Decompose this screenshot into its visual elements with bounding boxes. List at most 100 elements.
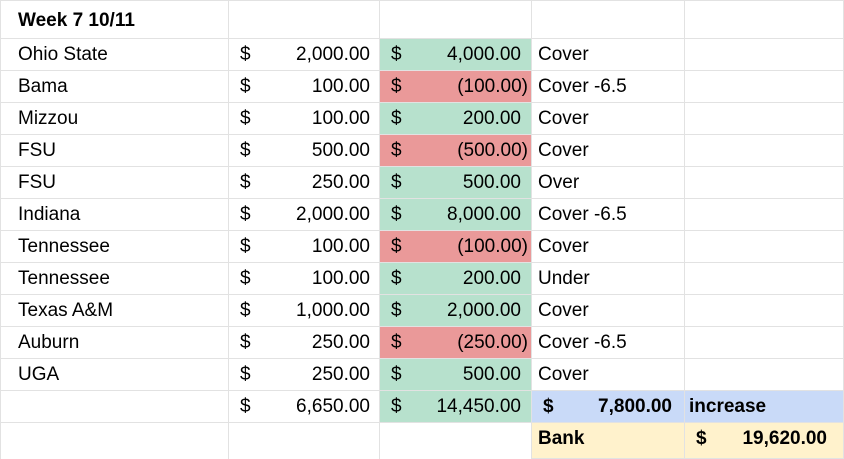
team-cell[interactable]: FSU xyxy=(0,167,229,199)
empty-cell[interactable] xyxy=(685,327,844,359)
result-amount: (100.00) xyxy=(457,236,528,257)
wager-cell[interactable]: $100.00 xyxy=(229,71,380,103)
net-total-cell[interactable]: $ 7,800.00 xyxy=(532,391,685,423)
bet-type-cell[interactable]: Cover -6.5 xyxy=(532,71,685,103)
result-cell[interactable]: $ (100.00) xyxy=(380,71,532,103)
bet-type: Cover xyxy=(538,44,589,65)
currency-symbol: $ xyxy=(391,364,402,385)
empty-cell[interactable] xyxy=(0,423,229,459)
wager-cell[interactable]: $100.00 xyxy=(229,263,380,295)
currency-symbol: $ xyxy=(391,300,402,321)
empty-cell[interactable] xyxy=(532,0,685,39)
wager-cell[interactable]: $2,000.00 xyxy=(229,39,380,71)
wager-cell[interactable]: $100.00 xyxy=(229,103,380,135)
empty-cell[interactable] xyxy=(380,423,532,459)
bet-type: Under xyxy=(538,268,590,289)
result-cell[interactable]: $500.00 xyxy=(380,359,532,391)
bet-type-cell[interactable]: Cover -6.5 xyxy=(532,199,685,231)
empty-cell[interactable] xyxy=(685,199,844,231)
bank-label-cell[interactable]: Bank xyxy=(532,423,685,459)
empty-cell[interactable] xyxy=(229,0,380,39)
bet-type-cell[interactable]: Over xyxy=(532,167,685,199)
bet-type: Cover -6.5 xyxy=(538,332,627,353)
team-cell[interactable]: Tennessee xyxy=(0,231,229,263)
result-amount: 500.00 xyxy=(462,172,521,193)
bet-type-cell[interactable]: Cover xyxy=(532,39,685,71)
empty-cell[interactable] xyxy=(685,71,844,103)
bet-type: Cover xyxy=(538,364,589,385)
team-cell[interactable]: Indiana xyxy=(0,199,229,231)
wager-amount: 500.00 xyxy=(311,140,370,161)
result-cell[interactable]: $4,000.00 xyxy=(380,39,532,71)
empty-cell[interactable] xyxy=(380,0,532,39)
result-cell[interactable]: $ (100.00) xyxy=(380,231,532,263)
currency-symbol: $ xyxy=(391,44,402,65)
team-cell[interactable]: Texas A&M xyxy=(0,295,229,327)
team-cell[interactable]: Bama xyxy=(0,71,229,103)
wager-cell[interactable]: $250.00 xyxy=(229,327,380,359)
empty-cell[interactable] xyxy=(685,295,844,327)
result-total-cell[interactable]: $ 14,450.00 xyxy=(380,391,532,423)
currency-symbol: $ xyxy=(391,172,402,193)
result-cell[interactable]: $200.00 xyxy=(380,263,532,295)
team-name: FSU xyxy=(18,172,56,193)
wager-amount: 250.00 xyxy=(311,332,370,353)
team-name: Texas A&M xyxy=(18,300,114,321)
bet-type-cell[interactable]: Cover xyxy=(532,135,685,167)
team-cell[interactable]: Mizzou xyxy=(0,103,229,135)
empty-cell[interactable] xyxy=(685,39,844,71)
result-cell[interactable]: $500.00 xyxy=(380,167,532,199)
bank-value-cell[interactable]: $ 19,620.00 xyxy=(685,423,844,459)
empty-cell[interactable] xyxy=(685,135,844,167)
bet-type-cell[interactable]: Cover -6.5 xyxy=(532,327,685,359)
team-name: Ohio State xyxy=(18,44,108,65)
result-cell[interactable]: $200.00 xyxy=(380,103,532,135)
empty-cell[interactable] xyxy=(685,231,844,263)
empty-cell[interactable] xyxy=(685,0,844,39)
result-amount: 500.00 xyxy=(462,364,521,385)
empty-cell[interactable] xyxy=(229,423,380,459)
currency-symbol: $ xyxy=(391,396,402,417)
empty-cell[interactable] xyxy=(685,263,844,295)
wager-cell[interactable]: $250.00 xyxy=(229,359,380,391)
result-cell[interactable]: $ (500.00) xyxy=(380,135,532,167)
bet-type-cell[interactable]: Cover xyxy=(532,231,685,263)
week-title-cell[interactable]: Week 7 10/11 xyxy=(0,0,229,39)
wager-cell[interactable]: $250.00 xyxy=(229,167,380,199)
team-name: Mizzou xyxy=(18,108,79,129)
bet-type-cell[interactable]: Cover xyxy=(532,295,685,327)
currency-symbol: $ xyxy=(391,236,402,257)
team-cell[interactable]: Tennessee xyxy=(0,263,229,295)
wager-cell[interactable]: $1,000.00 xyxy=(229,295,380,327)
team-cell[interactable]: FSU xyxy=(0,135,229,167)
result-cell[interactable]: $ (250.00) xyxy=(380,327,532,359)
team-name: FSU xyxy=(18,140,56,161)
empty-cell[interactable] xyxy=(685,103,844,135)
bet-type: Cover xyxy=(538,140,589,161)
wager-total-cell[interactable]: $ 6,650.00 xyxy=(229,391,380,423)
result-cell[interactable]: $2,000.00 xyxy=(380,295,532,327)
result-cell[interactable]: $8,000.00 xyxy=(380,199,532,231)
currency-symbol: $ xyxy=(240,204,251,225)
wager-amount: 250.00 xyxy=(311,172,370,193)
result-amount: 8,000.00 xyxy=(447,204,521,225)
bet-type-cell[interactable]: Cover xyxy=(532,103,685,135)
wager-amount: 1,000.00 xyxy=(296,300,370,321)
currency-symbol: $ xyxy=(391,108,402,129)
wager-cell[interactable]: $100.00 xyxy=(229,231,380,263)
team-cell[interactable]: Ohio State xyxy=(0,39,229,71)
team-name: Bama xyxy=(18,76,68,97)
team-cell[interactable]: Auburn xyxy=(0,327,229,359)
empty-cell[interactable] xyxy=(685,359,844,391)
empty-cell[interactable] xyxy=(0,391,229,423)
wager-cell[interactable]: $500.00 xyxy=(229,135,380,167)
net-label-cell[interactable]: increase xyxy=(685,391,844,423)
wager-total: 6,650.00 xyxy=(296,396,370,417)
team-cell[interactable]: UGA xyxy=(0,359,229,391)
wager-cell[interactable]: $2,000.00 xyxy=(229,199,380,231)
bet-type-cell[interactable]: Under xyxy=(532,263,685,295)
bet-type: Over xyxy=(538,172,580,193)
bet-type-cell[interactable]: Cover xyxy=(532,359,685,391)
spreadsheet-grid: Week 7 10/11 Ohio State $2,000.00 $4,000.0… xyxy=(0,0,844,459)
empty-cell[interactable] xyxy=(685,167,844,199)
